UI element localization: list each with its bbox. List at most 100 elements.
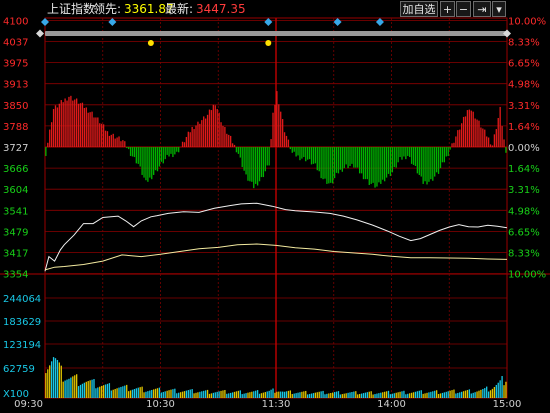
volume-bar	[172, 389, 174, 398]
breadth-bar	[486, 136, 488, 147]
breadth-bar	[351, 147, 353, 164]
breadth-bar	[285, 135, 288, 147]
next-period-button[interactable]: ⇥	[473, 1, 491, 17]
volume-bar	[72, 376, 74, 398]
volume-bar	[358, 393, 361, 398]
breadth-bar	[189, 132, 191, 147]
breadth-bar	[178, 147, 180, 153]
breadth-bar	[482, 128, 484, 147]
breadth-bar	[218, 112, 220, 147]
breadth-bar	[214, 105, 216, 147]
volume-bar	[453, 389, 455, 398]
breadth-bar	[124, 141, 126, 147]
breadth-bar	[503, 139, 505, 147]
add-to-watchlist-button[interactable]: 加自选	[400, 1, 438, 17]
breadth-bar	[255, 147, 257, 184]
volume-bar	[191, 389, 193, 398]
volume-bar	[149, 390, 151, 398]
breadth-bar	[459, 129, 461, 147]
volume-bar	[168, 390, 170, 398]
volume-bar	[335, 391, 338, 398]
volume-bar	[332, 392, 334, 398]
breadth-bar	[499, 106, 501, 147]
volume-bar	[345, 393, 347, 398]
breadth-bar	[418, 147, 420, 175]
volume-bar	[501, 376, 503, 398]
percent-tick-label: 1.64%	[508, 122, 540, 133]
volume-bar	[308, 393, 311, 398]
lead-label: 领先:	[93, 2, 122, 16]
volume-bar	[260, 393, 263, 398]
volume-bar	[274, 392, 276, 398]
volume-bar	[122, 386, 124, 398]
volume-bar	[60, 365, 62, 398]
volume-bar	[143, 392, 145, 398]
volume-bar	[389, 394, 392, 398]
volume-bar	[64, 380, 66, 398]
volume-bar	[391, 393, 394, 398]
zoom-in-button[interactable]: +	[440, 1, 455, 17]
breadth-bar	[164, 147, 166, 160]
volume-bar	[231, 392, 234, 398]
percent-tick-label: 3.31%	[508, 185, 540, 196]
volume-bar	[147, 391, 149, 398]
volume-bar	[170, 389, 172, 398]
breadth-bar	[384, 147, 386, 182]
volume-bar	[480, 389, 482, 398]
volume-bar	[139, 387, 141, 398]
breadth-bar	[266, 147, 268, 166]
breadth-bar	[62, 102, 64, 147]
breadth-bar	[305, 147, 307, 162]
breadth-bar	[172, 147, 174, 158]
breadth-bar	[497, 117, 499, 147]
breadth-bar	[147, 147, 149, 182]
volume-bar	[486, 386, 488, 398]
breadth-bar	[139, 147, 141, 167]
breadth-bar	[409, 147, 411, 158]
volume-bar	[428, 392, 430, 398]
volume-bar	[418, 390, 420, 398]
options-dropdown-button[interactable]: ▾	[492, 1, 506, 17]
volume-bar	[99, 386, 101, 398]
breadth-bar	[83, 107, 86, 147]
volume-bar	[447, 391, 449, 398]
breadth-bar	[434, 147, 436, 177]
breadth-bar	[145, 147, 147, 181]
volume-bar	[135, 388, 137, 398]
volume-bar	[241, 394, 243, 398]
percent-tick-label: 3.31%	[508, 101, 540, 112]
volume-bar	[295, 393, 297, 398]
breadth-bar	[445, 147, 447, 157]
volume-bar	[422, 393, 424, 398]
breadth-bar	[79, 103, 82, 147]
breadth-bar	[505, 147, 507, 153]
volume-bar	[382, 392, 384, 398]
breadth-bar	[195, 125, 197, 147]
volume-bar	[230, 392, 232, 398]
zoom-out-button[interactable]: −	[456, 1, 471, 17]
breadth-bar	[280, 111, 282, 147]
percent-tick-label: 6.65%	[508, 227, 540, 238]
breadth-bar	[268, 147, 270, 166]
breadth-bar	[332, 147, 334, 184]
volume-bar	[85, 381, 87, 398]
volume-bar	[266, 391, 268, 398]
volume-bar	[443, 392, 445, 398]
breadth-bar	[441, 147, 444, 163]
breadth-bar	[480, 127, 482, 147]
breadth-bar	[364, 147, 367, 180]
breadth-bar	[108, 135, 111, 147]
volume-bar	[249, 392, 251, 398]
volume-bar	[264, 392, 266, 398]
volume-bar	[193, 393, 195, 398]
volume-bar	[387, 390, 390, 398]
volume-bar	[179, 392, 182, 398]
breadth-bar	[243, 147, 245, 171]
volume-bar	[330, 393, 332, 398]
breadth-bar	[451, 143, 453, 147]
volume-bar	[495, 384, 497, 398]
volume-bar	[276, 391, 278, 398]
breadth-bar	[461, 123, 463, 147]
volume-bar	[235, 391, 238, 398]
volume-bar	[287, 390, 290, 398]
